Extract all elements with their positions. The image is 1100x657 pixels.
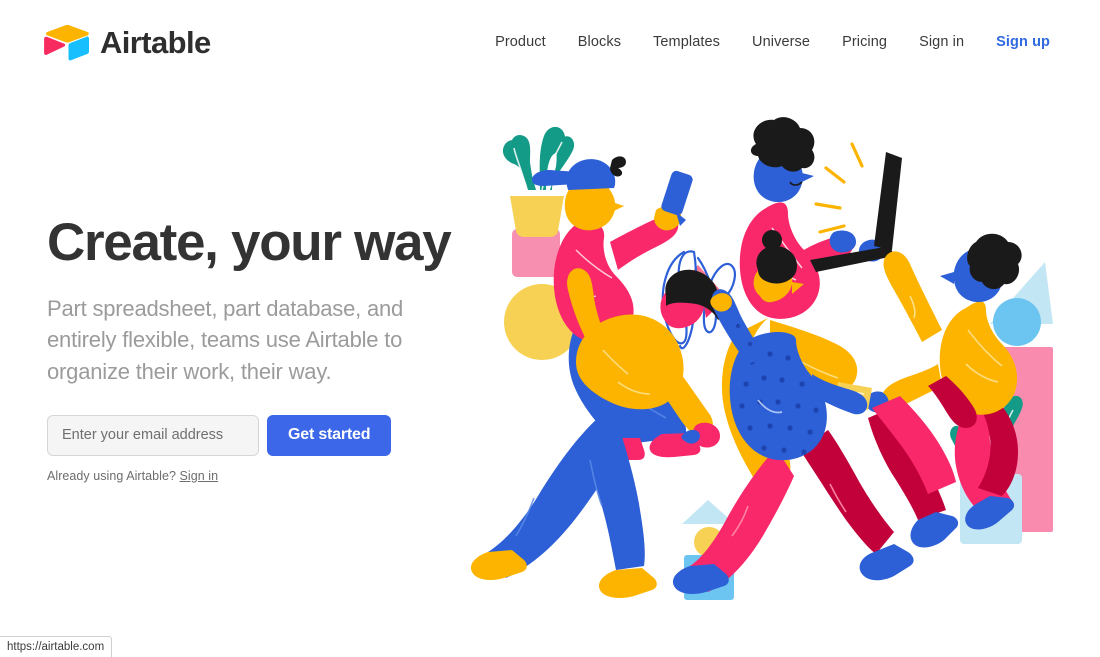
page-root: Airtable Product Blocks Templates Univer… bbox=[0, 0, 1100, 657]
primary-nav: Product Blocks Templates Universe Pricin… bbox=[495, 34, 1056, 50]
browser-status-bar: https://airtable.com bbox=[0, 636, 113, 657]
signup-form: Get started bbox=[47, 414, 477, 456]
signin-prompt-row: Already using Airtable? Sign in bbox=[47, 469, 477, 483]
nav-item-product[interactable]: Product bbox=[495, 34, 546, 50]
email-field[interactable] bbox=[47, 414, 259, 456]
page-title: Create, your way bbox=[47, 213, 452, 272]
get-started-button[interactable]: Get started bbox=[267, 414, 392, 456]
signin-prompt-text: Already using Airtable? bbox=[47, 468, 177, 483]
hero-subheadline: Part spreadsheet, part database, and ent… bbox=[47, 296, 404, 384]
airtable-cube-logo-icon bbox=[44, 23, 90, 61]
nav-item-sign-in[interactable]: Sign in bbox=[919, 34, 964, 50]
nav-item-universe[interactable]: Universe bbox=[752, 34, 810, 50]
status-url-text: https://airtable.com bbox=[7, 641, 105, 653]
brand-name: Airtable bbox=[100, 24, 211, 60]
nav-item-pricing[interactable]: Pricing bbox=[842, 34, 887, 50]
hero-content: Create, your way Part spreadsheet, part … bbox=[47, 214, 477, 483]
brand-logo-link[interactable]: Airtable bbox=[44, 23, 211, 61]
nav-item-blocks[interactable]: Blocks bbox=[578, 34, 621, 50]
signin-link[interactable]: Sign in bbox=[180, 469, 219, 483]
nav-item-sign-up[interactable]: Sign up bbox=[996, 34, 1050, 50]
site-header: Airtable Product Blocks Templates Univer… bbox=[0, 0, 1100, 84]
shape-yellow-pot-left bbox=[510, 196, 564, 237]
nav-item-templates[interactable]: Templates bbox=[653, 34, 720, 50]
shape-blue-circle-right bbox=[993, 298, 1041, 346]
hero-illustration bbox=[470, 100, 1080, 610]
